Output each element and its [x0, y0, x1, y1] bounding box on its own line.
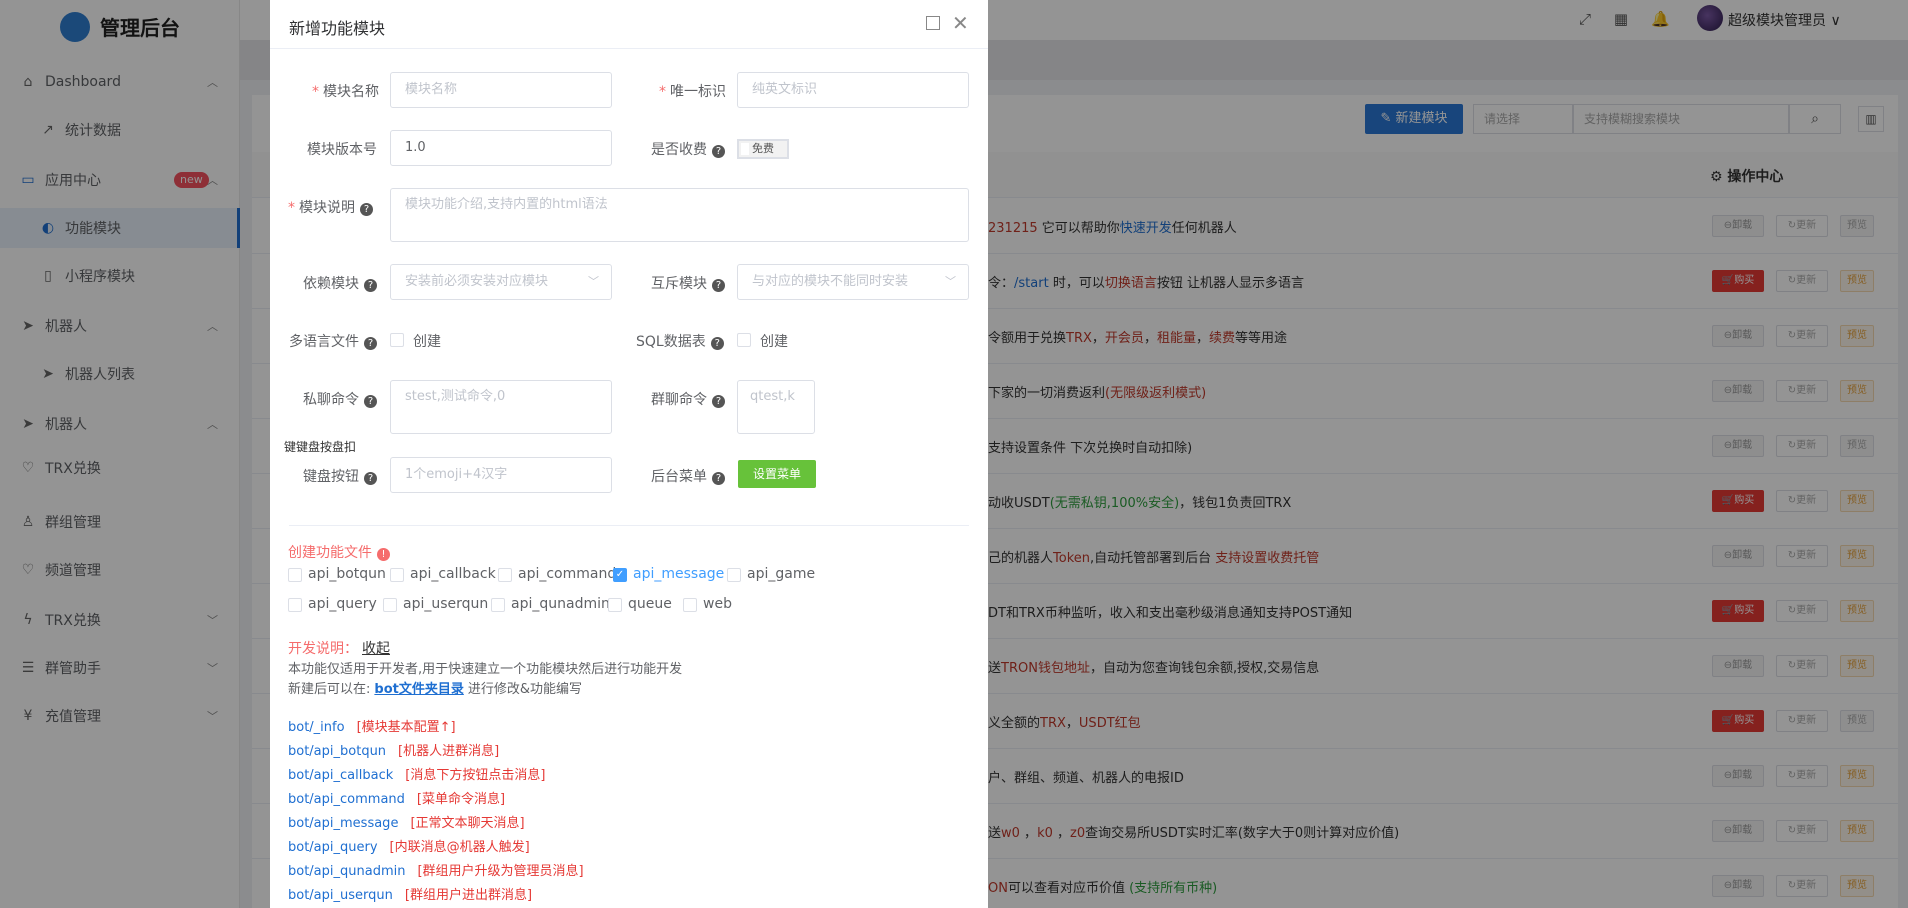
help-icon[interactable]: ? [364, 279, 377, 292]
new-module-dialog: 新增功能模块 ✕ * 模块名称 模块名称 * 唯一标识 纯英文标识 模块版本号 1.… [270, 0, 988, 908]
depend-label: 依赖模块? [303, 273, 377, 293]
keyboard-label: 键盘按钮? [303, 466, 377, 486]
path-desc: [菜单命令消息] [416, 792, 506, 807]
help-icon[interactable]: ? [364, 337, 377, 350]
help-icon[interactable]: ? [710, 337, 724, 350]
file-checkbox-label: api_userqun [403, 596, 489, 612]
conflict-select[interactable]: 与对应的模块不能同时安装 ﹀ [737, 264, 969, 300]
warning-icon: ! [377, 548, 390, 561]
file-checkbox-label: api_callback [410, 566, 496, 582]
path-item: bot/api_command [菜单命令消息] [288, 788, 505, 807]
create-files-title: 创建功能文件! [288, 542, 390, 562]
file-checkbox-queue[interactable] [608, 598, 622, 612]
keyboard-input[interactable]: 1个emoji+4汉字 [390, 457, 612, 493]
path-name: bot/api_query [288, 840, 378, 855]
dev-notes-title: 开发说明： 收起 [288, 641, 390, 657]
desc-textarea[interactable]: 模块功能介绍,支持内置的html语法 [390, 188, 969, 242]
charge-label: 是否收费? [651, 139, 725, 159]
dev-notes-line1: 本功能仅适用于开发者,用于快速建立一个功能模块然后进行功能开发 [288, 662, 683, 677]
path-desc: [正常文本聊天消息] [410, 816, 525, 831]
help-icon[interactable]: ? [712, 279, 725, 292]
file-checkbox-label: api_query [308, 596, 377, 612]
desc-label: * 模块说明? [288, 197, 373, 217]
close-icon[interactable]: ✕ [952, 11, 969, 35]
bot-folder-link[interactable]: bot文件夹目录 [374, 682, 463, 697]
file-checkbox-label: api_game [747, 566, 816, 582]
path-item: bot/api_userqun [群组用户进出群消息] [288, 884, 532, 903]
path-desc: [消息下方按钮点击消息] [405, 768, 546, 783]
dev-notes-line2: 新建后可以在: bot文件夹目录 进行修改&功能编写 [288, 682, 582, 697]
dialog-title: 新增功能模块 [289, 19, 386, 38]
path-item: bot/api_botqun [机器人进群消息] [288, 740, 499, 759]
path-name: bot/api_command [288, 792, 405, 807]
file-checkbox-api_qunadmin[interactable] [491, 598, 505, 612]
group-cmd-label: 群聊命令? [651, 389, 725, 409]
maximize-icon[interactable] [926, 16, 940, 30]
lang-label: 多语言文件? [289, 331, 377, 351]
version-input[interactable]: 1.0 [390, 130, 612, 166]
path-desc: [内联消息@机器人触发] [389, 840, 530, 855]
sql-checkbox-label: 创建 [760, 334, 788, 350]
path-name: bot/api_message [288, 816, 399, 831]
chevron-down-icon: ﹀ [588, 275, 599, 288]
set-menu-button[interactable]: 设置菜单 [738, 460, 816, 488]
file-checkbox-label: queue [628, 596, 672, 612]
file-checkbox-label: api_command [518, 566, 617, 582]
sql-label: SQL数据表? [636, 331, 724, 351]
path-item: bot/api_message [正常文本聊天消息] [288, 812, 525, 831]
path-desc: [机器人进群消息] [398, 744, 500, 759]
file-checkbox-api_callback[interactable] [390, 568, 404, 582]
charge-switch[interactable]: 免费 [737, 139, 789, 159]
help-icon[interactable]: ? [364, 472, 377, 485]
path-desc: [群组用户升级为管理员消息] [417, 864, 584, 879]
file-checkbox-api_userqun[interactable] [383, 598, 397, 612]
path-name: bot/api_userqun [288, 888, 393, 903]
version-label: 模块版本号 [307, 142, 377, 158]
conflict-label: 互斥模块? [651, 273, 725, 293]
dialog-divider [270, 48, 988, 49]
path-item: bot/_info [模块基本配置↑] [288, 716, 456, 735]
unique-id-input[interactable]: 纯英文标识 [737, 72, 969, 108]
module-name-input[interactable]: 模块名称 [390, 72, 612, 108]
section-divider [289, 525, 969, 526]
file-checkbox-label: api_message [633, 566, 725, 582]
file-checkbox-label: api_botqun [308, 566, 386, 582]
help-icon[interactable]: ? [712, 472, 725, 485]
file-checkbox-api_query[interactable] [288, 598, 302, 612]
collapse-link[interactable]: 收起 [362, 641, 390, 657]
sql-checkbox[interactable] [737, 333, 751, 347]
file-checkbox-api_game[interactable] [727, 568, 741, 582]
group-cmd-textarea[interactable]: qtest,k [737, 380, 815, 434]
help-icon[interactable]: ? [712, 395, 725, 408]
file-checkbox-label: web [703, 596, 732, 612]
file-checkbox-api_botqun[interactable] [288, 568, 302, 582]
private-cmd-label: 私聊命令? [303, 389, 377, 409]
path-name: bot/_info [288, 720, 345, 735]
depend-select[interactable]: 安装前必须安装对应模块 ﹀ [390, 264, 612, 300]
path-desc: [群组用户进出群消息] [404, 888, 533, 903]
unique-id-label: * 唯一标识 [659, 84, 726, 100]
path-name: bot/api_qunadmin [288, 864, 406, 879]
path-item: bot/api_callback [消息下方按钮点击消息] [288, 764, 545, 783]
chevron-down-icon: ﹀ [945, 275, 956, 288]
lang-checkbox-label: 创建 [413, 334, 441, 350]
module-name-label: * 模块名称 [312, 84, 379, 100]
path-item: bot/api_qunadmin [群组用户升级为管理员消息] [288, 860, 584, 879]
help-icon[interactable]: ? [364, 395, 377, 408]
help-icon[interactable]: ? [360, 203, 373, 216]
file-checkbox-label: api_qunadmin [511, 596, 610, 612]
admin-menu-label: 后台菜单? [651, 466, 725, 486]
keyboard-tip: 键键盘按盘扣 [284, 440, 357, 454]
file-checkbox-api_message[interactable]: ✓ [613, 568, 627, 582]
lang-checkbox[interactable] [390, 333, 404, 347]
file-checkbox-api_command[interactable] [498, 568, 512, 582]
path-item: bot/api_query [内联消息@机器人触发] [288, 836, 530, 855]
private-cmd-textarea[interactable]: stest,测试命令,0 [390, 380, 612, 434]
path-desc: [模块基本配置↑] [356, 720, 456, 735]
file-checkbox-web[interactable] [683, 598, 697, 612]
path-name: bot/api_botqun [288, 744, 387, 759]
help-icon[interactable]: ? [712, 145, 725, 158]
path-name: bot/api_callback [288, 768, 394, 783]
